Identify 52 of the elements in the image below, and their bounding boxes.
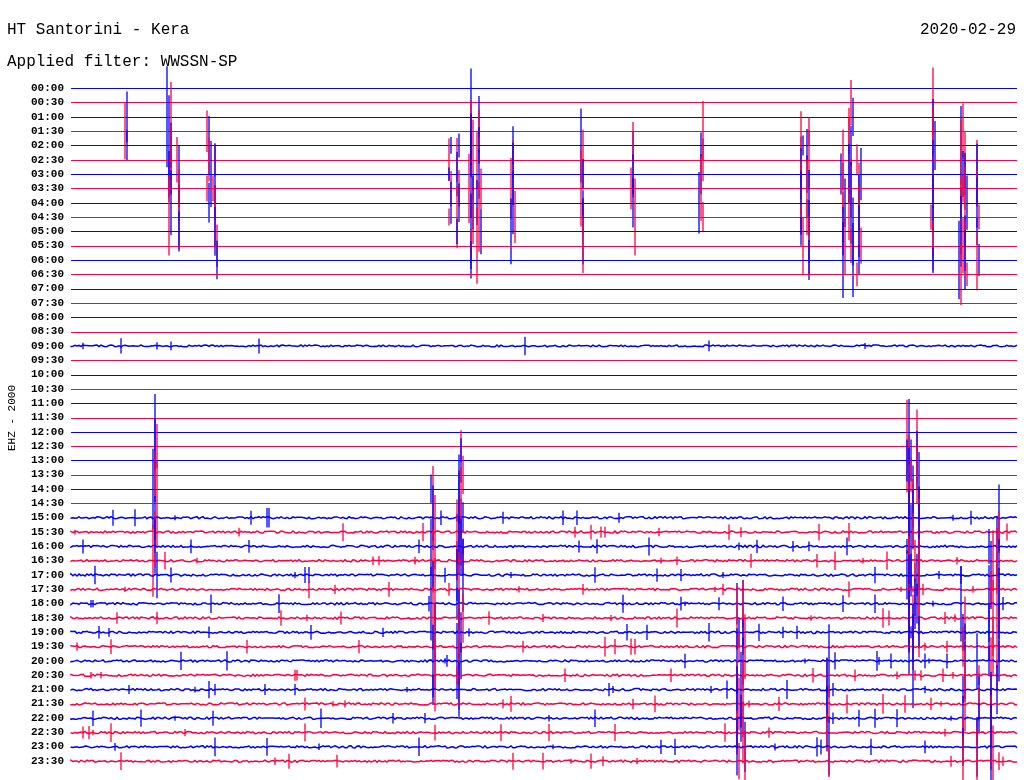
time-label: 16:00: [30, 539, 64, 554]
time-label: 06:00: [30, 252, 64, 268]
time-label: 22:00: [30, 710, 64, 726]
time-label: 00:30: [30, 95, 64, 110]
time-label: 16:30: [30, 553, 64, 568]
time-label: 17:30: [30, 581, 64, 597]
time-label: 21:30: [30, 696, 64, 711]
time-label: 02:30: [30, 152, 64, 167]
time-label: 09:00: [30, 338, 64, 353]
time-label: 05:00: [30, 224, 64, 239]
time-label: 21:00: [30, 682, 64, 697]
time-label: 19:30: [30, 639, 64, 654]
time-label: 04:30: [30, 209, 64, 225]
time-label: 11:30: [30, 410, 64, 425]
time-label: 05:30: [30, 238, 64, 253]
time-label: 20:30: [30, 667, 64, 683]
time-label: 09:30: [30, 352, 64, 368]
time-label: 07:00: [30, 281, 64, 296]
time-label: 12:00: [30, 424, 64, 439]
time-label: 15:00: [30, 510, 64, 525]
time-label: 20:00: [30, 653, 64, 668]
time-label: 14:30: [30, 496, 64, 511]
time-label: 01:30: [30, 123, 64, 139]
chart-title: HT Santorini - Kera: [7, 20, 190, 40]
filter-label: Applied filter: WWSSN-SP: [7, 53, 238, 71]
time-label: 03:30: [30, 181, 64, 196]
time-label: 19:00: [30, 624, 64, 640]
time-label: 01:00: [30, 109, 64, 124]
time-label: 03:00: [30, 166, 64, 182]
time-label: 02:00: [30, 138, 64, 153]
time-label: 22:30: [30, 725, 64, 740]
time-label: 07:30: [30, 295, 64, 310]
time-label: 08:00: [30, 310, 64, 325]
time-label: 18:30: [30, 610, 64, 625]
time-label: 08:30: [30, 324, 64, 339]
chart-date: 2020-02-29: [920, 20, 1016, 40]
time-label: 13:30: [30, 467, 64, 482]
time-label: 18:00: [30, 596, 64, 611]
time-label: 13:00: [30, 453, 64, 468]
time-label: 14:00: [30, 481, 64, 497]
time-label: 00:00: [30, 81, 64, 96]
time-label: 10:30: [30, 381, 64, 396]
time-label: 23:00: [30, 739, 64, 754]
time-label: 17:00: [30, 567, 64, 582]
time-label: 04:00: [30, 195, 64, 210]
time-label: 23:30: [30, 753, 64, 768]
time-label: 12:30: [30, 438, 64, 454]
time-label: 11:00: [30, 395, 64, 411]
channel-label: EHZ - 2000: [5, 384, 19, 453]
time-label: 10:00: [30, 367, 64, 382]
time-label: 15:30: [30, 524, 64, 539]
time-label: 06:30: [30, 267, 64, 282]
